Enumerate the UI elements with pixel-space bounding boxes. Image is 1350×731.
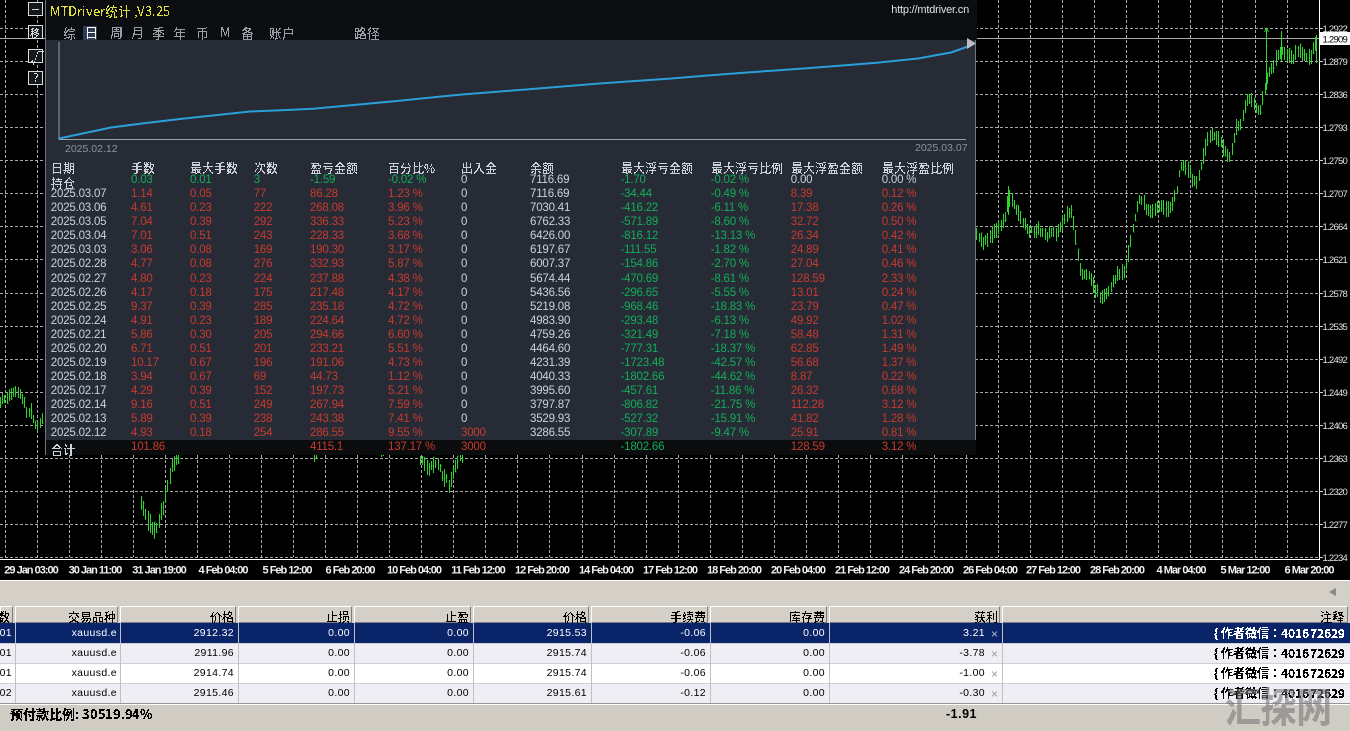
svg-text:1.2909: 1.2909 <box>1323 35 1348 46</box>
svg-text:1.2707: 1.2707 <box>1323 189 1348 200</box>
svg-text:1.2793: 1.2793 <box>1323 123 1348 134</box>
svg-text:5 Feb 12:00: 5 Feb 12:00 <box>263 565 313 577</box>
svg-text:20 Feb 04:00: 20 Feb 04:00 <box>771 565 826 577</box>
svg-text:6 Feb 20:00: 6 Feb 20:00 <box>326 565 376 577</box>
svg-text:1.2750: 1.2750 <box>1323 156 1348 167</box>
svg-text:26 Feb 04:00: 26 Feb 04:00 <box>963 565 1018 577</box>
svg-text:12 Feb 20:00: 12 Feb 20:00 <box>515 565 570 577</box>
svg-text:1.2664: 1.2664 <box>1323 222 1348 233</box>
svg-text:31 Jan 19:00: 31 Jan 19:00 <box>132 565 186 577</box>
svg-text:24 Feb 20:00: 24 Feb 20:00 <box>899 565 954 577</box>
svg-text:17 Feb 12:00: 17 Feb 12:00 <box>643 565 698 577</box>
svg-text:30 Jan 11:00: 30 Jan 11:00 <box>69 565 123 577</box>
svg-text:1.2492: 1.2492 <box>1323 355 1348 366</box>
svg-text:1.2621: 1.2621 <box>1323 255 1348 266</box>
svg-text:1.2836: 1.2836 <box>1323 90 1348 101</box>
svg-text:1.2406: 1.2406 <box>1323 421 1348 432</box>
svg-text:1.2578: 1.2578 <box>1323 289 1348 300</box>
svg-text:1.2363: 1.2363 <box>1323 454 1348 465</box>
svg-text:27 Feb 12:00: 27 Feb 12:00 <box>1026 565 1081 577</box>
svg-text:29 Jan 03:00: 29 Jan 03:00 <box>4 565 58 577</box>
svg-text:1.2449: 1.2449 <box>1323 388 1348 399</box>
svg-text:10 Feb 04:00: 10 Feb 04:00 <box>387 565 442 577</box>
svg-text:18 Feb 20:00: 18 Feb 20:00 <box>707 565 762 577</box>
svg-text:14 Feb 04:00: 14 Feb 04:00 <box>579 565 634 577</box>
svg-text:4 Feb 04:00: 4 Feb 04:00 <box>199 565 249 577</box>
svg-text:21 Feb 12:00: 21 Feb 12:00 <box>835 565 890 577</box>
svg-text:4 Mar 04:00: 4 Mar 04:00 <box>1157 565 1207 577</box>
svg-text:1.2535: 1.2535 <box>1323 322 1348 333</box>
svg-text:5 Mar 12:00: 5 Mar 12:00 <box>1221 565 1271 577</box>
svg-text:1.2234: 1.2234 <box>1323 553 1348 564</box>
svg-text:11 Feb 12:00: 11 Feb 12:00 <box>451 565 505 577</box>
svg-text:28 Feb 20:00: 28 Feb 20:00 <box>1090 565 1145 577</box>
svg-text:1.2320: 1.2320 <box>1323 487 1348 498</box>
svg-text:6 Mar 20:00: 6 Mar 20:00 <box>1285 565 1335 577</box>
svg-text:1.2277: 1.2277 <box>1323 520 1348 531</box>
svg-text:1.2879: 1.2879 <box>1323 57 1348 68</box>
